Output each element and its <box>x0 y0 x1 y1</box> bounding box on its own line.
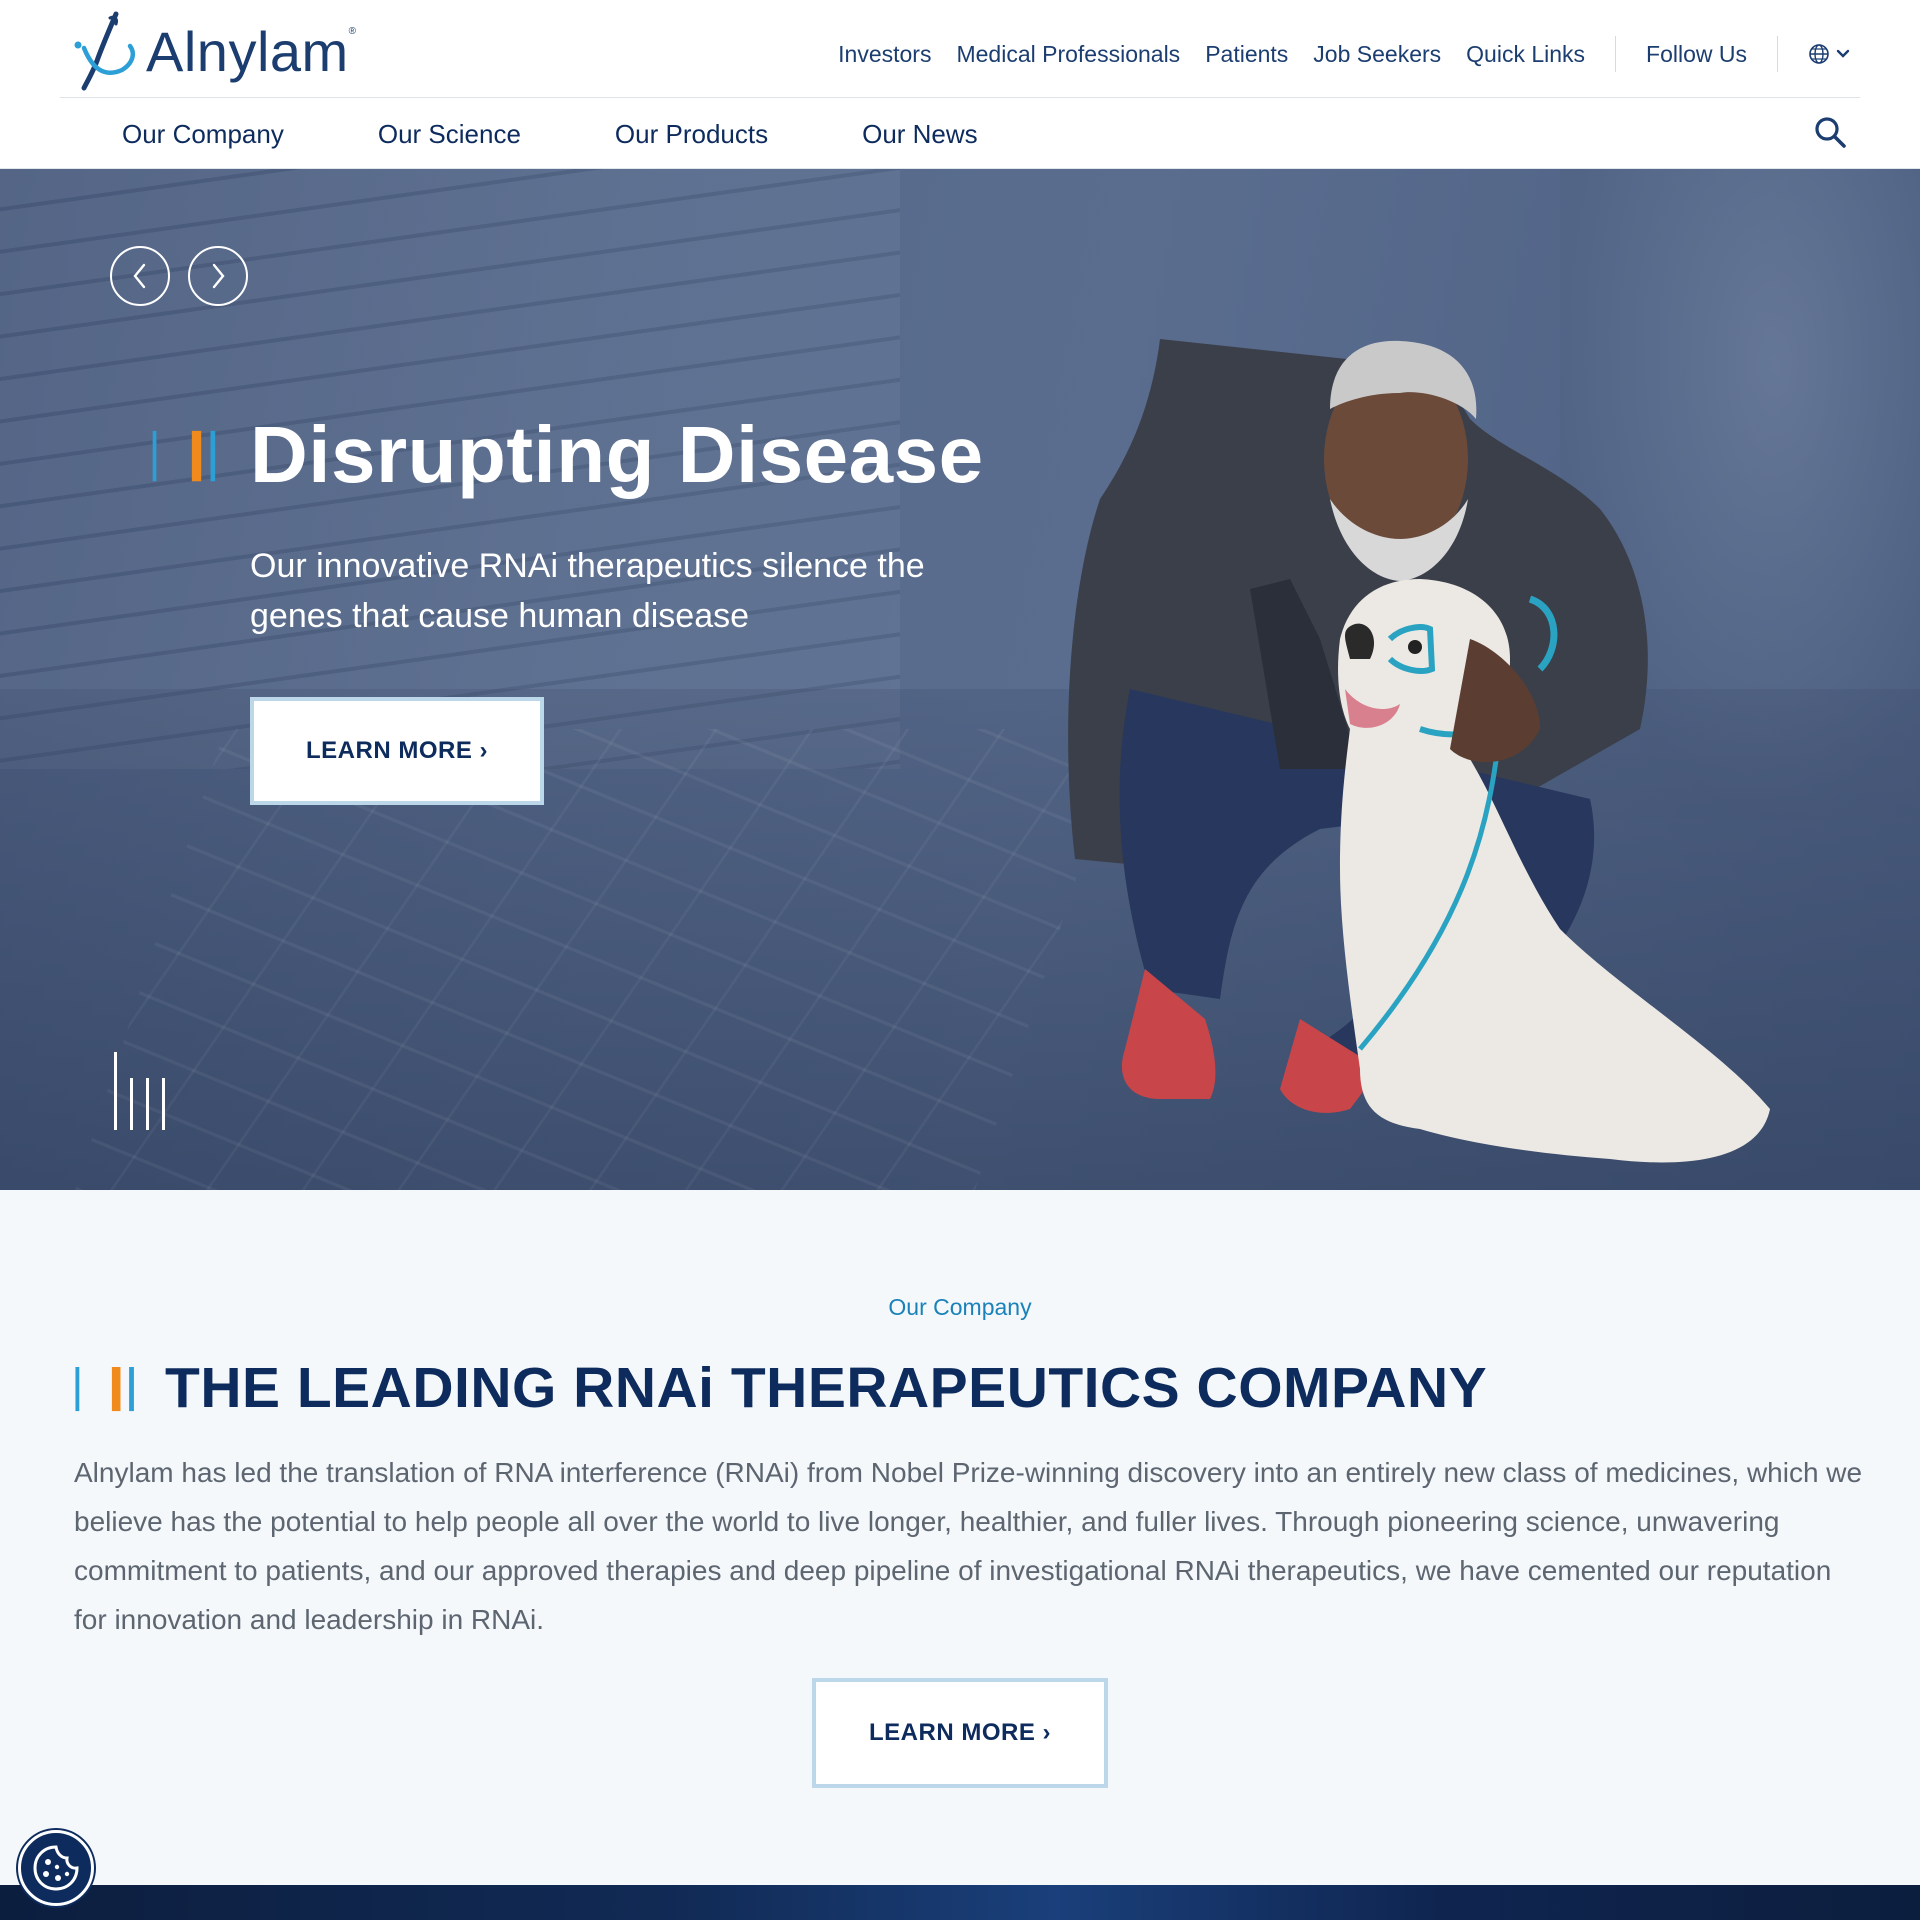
carousel-next-button[interactable] <box>188 246 248 306</box>
hero-carousel: Disrupting Disease Our innovative RNAi t… <box>0 169 1920 1190</box>
next-section-preview <box>0 1885 1920 1920</box>
section-title: THE LEADING RNAi THERAPEUTICS COMPANY <box>165 1356 1488 1420</box>
search-icon <box>1815 117 1846 148</box>
carousel-slide-indicator[interactable] <box>114 1052 165 1130</box>
utility-nav: Investors Medical Professionals Patients… <box>838 36 1850 72</box>
hero-subtitle: Our innovative RNAi therapeutics silence… <box>250 547 925 635</box>
cookie-settings-button[interactable] <box>18 1830 94 1906</box>
section-eyebrow: Our Company <box>888 1294 1032 1320</box>
nav-our-news[interactable]: Our News <box>862 119 978 150</box>
cookie-icon <box>33 1845 79 1891</box>
language-selector[interactable] <box>1808 43 1850 65</box>
brand-bars-icon <box>75 1367 134 1412</box>
nav-investors[interactable]: Investors <box>838 41 931 68</box>
follow-us-link[interactable]: Follow Us <box>1646 41 1747 68</box>
hero-title: Disrupting Disease <box>250 410 984 499</box>
site-header: Alnylam ® Investors Medical Professional… <box>0 0 1920 169</box>
alnylam-logo[interactable]: Alnylam ® <box>70 8 356 94</box>
nav-our-company[interactable]: Our Company <box>122 119 284 150</box>
nav-quick-links[interactable]: Quick Links <box>1466 41 1585 68</box>
carousel-prev-button[interactable] <box>110 246 170 306</box>
registered-mark: ® <box>348 25 357 37</box>
nav-medical-professionals[interactable]: Medical Professionals <box>956 41 1180 68</box>
chevron-right-icon <box>212 263 225 289</box>
main-nav: Our Company Our Science Our Products Our… <box>122 112 1072 156</box>
nav-divider <box>1777 36 1778 72</box>
slide-indicator-bar[interactable] <box>146 1078 149 1130</box>
header-divider <box>60 97 1860 98</box>
chevron-down-icon <box>1836 49 1850 58</box>
brand-bars-icon <box>152 430 216 482</box>
chevron-left-icon <box>133 263 146 289</box>
slide-indicator-bar[interactable] <box>130 1078 133 1130</box>
hero-learn-more-button[interactable]: LEARN MORE › <box>250 697 544 805</box>
slide-indicator-active[interactable] <box>114 1052 117 1130</box>
logo-mark-icon <box>74 11 135 91</box>
nav-divider <box>1615 36 1617 72</box>
our-company-section: Our Company THE LEADING RNAi THERAPEUTIC… <box>0 1190 1920 1885</box>
globe-icon <box>1809 44 1829 64</box>
company-learn-more-button[interactable]: LEARN MORE › <box>812 1678 1108 1788</box>
slide-indicator-bar[interactable] <box>162 1078 165 1130</box>
nav-job-seekers[interactable]: Job Seekers <box>1313 41 1441 68</box>
search-button[interactable] <box>1812 114 1848 150</box>
nav-patients[interactable]: Patients <box>1205 41 1288 68</box>
nav-our-science[interactable]: Our Science <box>378 119 521 150</box>
nav-our-products[interactable]: Our Products <box>615 119 768 150</box>
logo-wordmark: Alnylam <box>146 19 349 83</box>
section-body: Alnylam has led the translation of RNA i… <box>74 1457 1863 1635</box>
hero-image-man-with-dog <box>1068 339 1770 1163</box>
carousel-arrows <box>110 246 248 306</box>
